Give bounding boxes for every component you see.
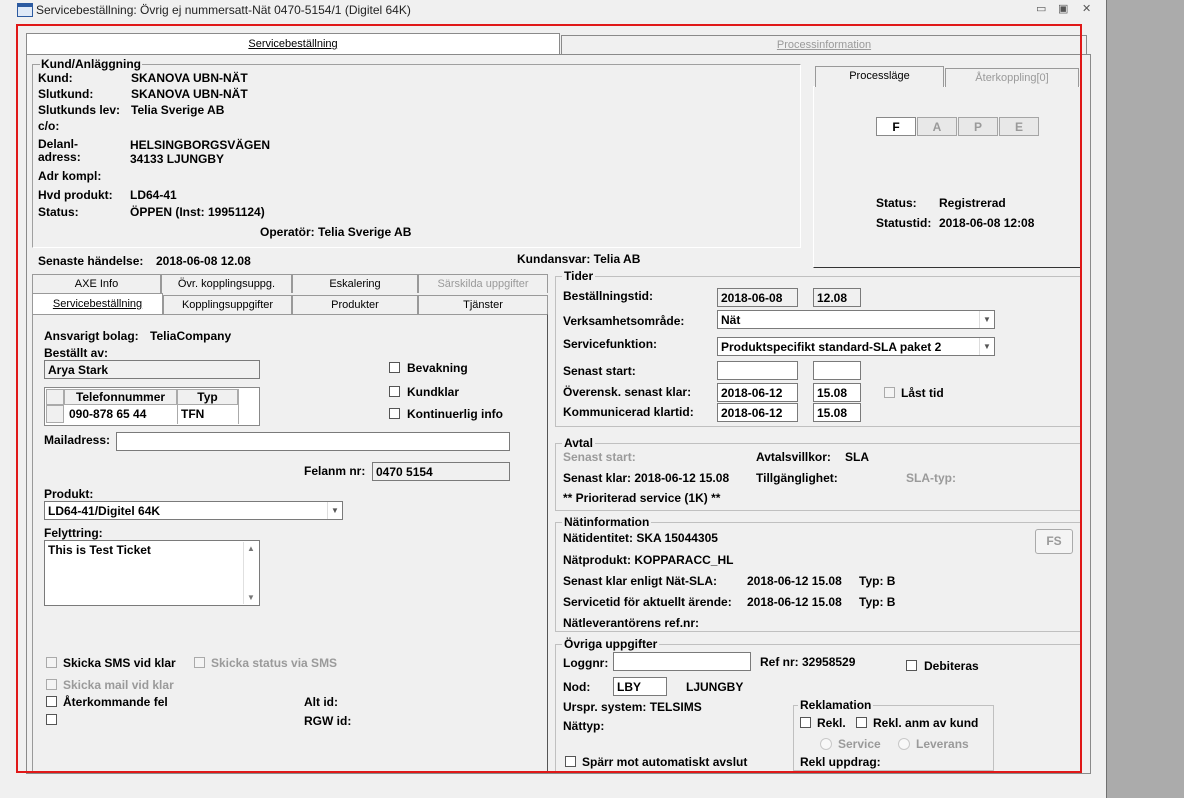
close-icon[interactable]: ✕ <box>1082 2 1091 15</box>
window-title: Servicebeställning: Övrig ej nummersatt-… <box>36 3 411 17</box>
minimize-icon[interactable]: ▭ <box>1036 2 1046 15</box>
maximize-icon[interactable]: ▣ <box>1058 2 1068 15</box>
title-bar[interactable]: Servicebeställning: Övrig ej nummersatt-… <box>0 0 1106 20</box>
highlight-frame <box>16 24 1082 773</box>
application-window: Servicebeställning: Övrig ej nummersatt-… <box>0 0 1107 798</box>
app-icon <box>17 3 33 17</box>
